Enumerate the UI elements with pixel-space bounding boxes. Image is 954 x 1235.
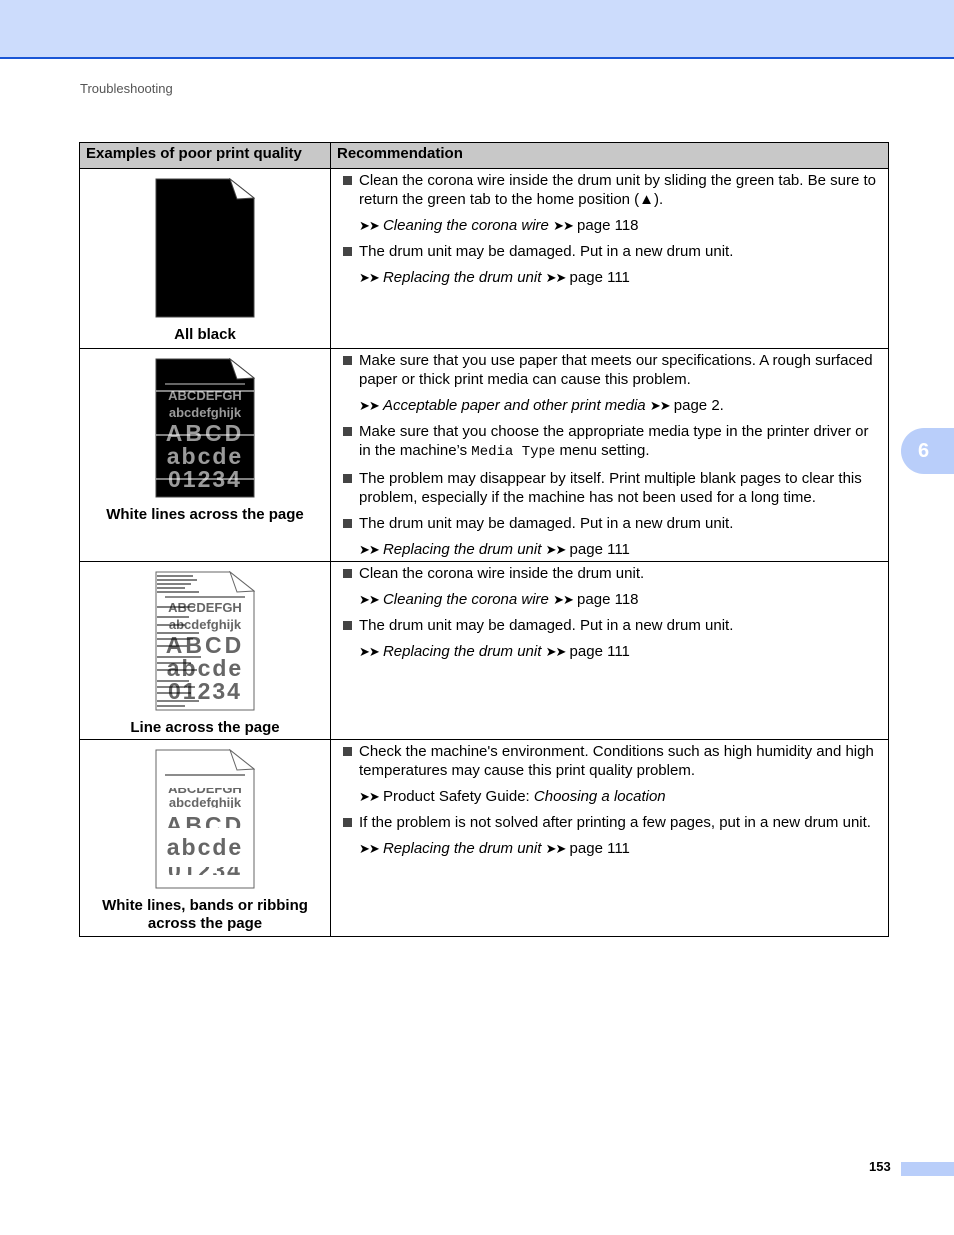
sample-text-line: abcdefghijk bbox=[169, 795, 242, 810]
chapter-tab[interactable]: 6 bbox=[901, 428, 954, 474]
example-caption: Line across the page bbox=[130, 719, 280, 736]
recommendation-bullet: Make sure that you choose the appropriat… bbox=[342, 422, 884, 462]
recommendation-cell: Clean the corona wire inside the drum un… bbox=[330, 561, 889, 740]
header-band bbox=[0, 0, 954, 59]
menu-setting-name: Media Type bbox=[471, 444, 556, 460]
table-row: ABCDEFGH abcdefghijk ABCD abcde 01234 Wh… bbox=[79, 739, 889, 937]
column-header-examples: Examples of poor print quality bbox=[79, 142, 331, 169]
bullet-square-icon bbox=[343, 356, 352, 365]
reference-link[interactable]: Cleaning the corona wire bbox=[383, 591, 549, 608]
double-arrow-icon: ➤➤ bbox=[359, 398, 380, 413]
bullet-square-icon bbox=[343, 818, 352, 827]
running-title: Troubleshooting bbox=[80, 81, 173, 96]
reference-link[interactable]: Replacing the drum unit bbox=[383, 643, 541, 660]
white-lines-page-illustration: ABCDEFGH abcdefghijk ABCD abcde 01234 bbox=[155, 358, 255, 498]
white-bands-page-illustration: ABCDEFGH abcdefghijk ABCD abcde 01234 bbox=[155, 749, 255, 889]
reference-page[interactable]: page 111 bbox=[570, 269, 630, 286]
page-number-bar bbox=[901, 1162, 954, 1176]
double-arrow-icon: ➤➤ bbox=[545, 270, 567, 285]
sample-text-line: 01234 bbox=[168, 678, 242, 704]
double-arrow-icon: ➤➤ bbox=[553, 218, 574, 233]
recommendation-bullet: The drum unit may be damaged. Put in a n… bbox=[342, 616, 884, 635]
reference-link[interactable]: Replacing the drum unit bbox=[383, 269, 541, 286]
table-row: All black Clean the corona wire inside t… bbox=[79, 168, 889, 349]
recommendation-bullet: If the problem is not solved after print… bbox=[342, 813, 884, 832]
cross-reference[interactable]: ➤➤ Replacing the drum unit ➤➤ page 111 bbox=[342, 642, 884, 661]
example-caption: All black bbox=[174, 326, 236, 343]
recommendation-bullet: The drum unit may be damaged. Put in a n… bbox=[342, 242, 884, 261]
double-arrow-icon: ➤➤ bbox=[545, 542, 567, 557]
example-cell: ABCDEFGH abcdefghijk ABCD abcde 01234 Wh… bbox=[79, 348, 331, 562]
recommendation-bullet: The problem may disappear by itself. Pri… bbox=[342, 469, 884, 507]
recommendation-cell: Clean the corona wire inside the drum un… bbox=[330, 168, 889, 349]
bullet-square-icon bbox=[343, 176, 352, 185]
double-arrow-icon: ➤➤ bbox=[359, 644, 380, 659]
double-arrow-icon: ➤➤ bbox=[545, 841, 567, 856]
reference-page[interactable]: page 111 bbox=[570, 643, 630, 660]
recommendation-bullet: The drum unit may be damaged. Put in a n… bbox=[342, 514, 884, 533]
cross-reference[interactable]: ➤➤ Replacing the drum unit ➤➤ page 111 bbox=[342, 268, 884, 287]
bullet-square-icon bbox=[343, 247, 352, 256]
recommendation-cell: Check the machine's environment. Conditi… bbox=[330, 739, 889, 937]
example-cell: ABCDEFGH abcdefghijk ABCD abcde 01234 Li… bbox=[79, 561, 331, 740]
cross-reference[interactable]: ➤➤ Replacing the drum unit ➤➤ page 111 bbox=[342, 839, 884, 858]
reference-link[interactable]: Cleaning the corona wire bbox=[383, 217, 549, 234]
example-cell: ABCDEFGH abcdefghijk ABCD abcde 01234 Wh… bbox=[79, 739, 331, 937]
example-cell: All black bbox=[79, 168, 331, 349]
double-arrow-icon: ➤➤ bbox=[649, 398, 671, 413]
reference-page[interactable]: page 118 bbox=[577, 591, 638, 608]
bullet-square-icon bbox=[343, 519, 352, 528]
cross-reference[interactable]: ➤➤ Acceptable paper and other print medi… bbox=[342, 396, 884, 415]
cross-reference[interactable]: ➤➤ Cleaning the corona wire ➤➤ page 118 bbox=[342, 590, 884, 609]
reference-link[interactable]: Replacing the drum unit bbox=[383, 541, 541, 558]
double-arrow-icon: ➤➤ bbox=[553, 592, 574, 607]
double-arrow-icon: ➤➤ bbox=[545, 644, 567, 659]
double-arrow-icon: ➤➤ bbox=[359, 841, 380, 856]
page-number: 153 bbox=[869, 1159, 891, 1174]
reference-prefix: Product Safety Guide: bbox=[382, 788, 534, 805]
reference-page[interactable]: page 2. bbox=[674, 397, 724, 414]
double-arrow-icon: ➤➤ bbox=[359, 542, 380, 557]
bullet-square-icon bbox=[343, 427, 352, 436]
recommendation-bullet: Clean the corona wire inside the drum un… bbox=[342, 564, 884, 583]
print-quality-table: Examples of poor print quality Recommend… bbox=[79, 142, 889, 937]
chapter-number: 6 bbox=[917, 439, 930, 462]
cross-reference[interactable]: ➤➤ Replacing the drum unit ➤➤ page 111 bbox=[342, 540, 884, 559]
column-header-recommendation: Recommendation bbox=[330, 142, 889, 169]
example-caption: White lines across the page bbox=[106, 506, 304, 523]
recommendation-cell: Make sure that you use paper that meets … bbox=[330, 348, 889, 562]
cross-reference[interactable]: ➤➤ Product Safety Guide: Choosing a loca… bbox=[342, 787, 884, 806]
bullet-square-icon bbox=[343, 569, 352, 578]
sample-text-line: ABCDEFGH bbox=[168, 388, 242, 403]
table-row: ABCDEFGH abcdefghijk ABCD abcde 01234 Wh… bbox=[79, 348, 889, 562]
double-arrow-icon: ➤➤ bbox=[359, 789, 380, 804]
bullet-square-icon bbox=[343, 474, 352, 483]
reference-page[interactable]: page 111 bbox=[570, 840, 630, 857]
double-arrow-icon: ➤➤ bbox=[359, 592, 380, 607]
reference-page[interactable]: page 118 bbox=[577, 217, 638, 234]
all-black-page-illustration bbox=[155, 178, 255, 318]
table-header-row: Examples of poor print quality Recommend… bbox=[79, 142, 889, 169]
bullet-square-icon bbox=[343, 621, 352, 630]
cross-reference[interactable]: ➤➤ Cleaning the corona wire ➤➤ page 118 bbox=[342, 216, 884, 235]
table-row: ABCDEFGH abcdefghijk ABCD abcde 01234 Li… bbox=[79, 561, 889, 740]
recommendation-bullet: Clean the corona wire inside the drum un… bbox=[342, 171, 884, 209]
line-across-page-illustration: ABCDEFGH abcdefghijk ABCD abcde 01234 bbox=[155, 571, 255, 711]
double-arrow-icon: ➤➤ bbox=[359, 270, 380, 285]
sample-text-line: abcdefghijk bbox=[169, 405, 242, 420]
example-caption: White lines, bands or ribbing across the … bbox=[102, 897, 308, 932]
reference-link[interactable]: Acceptable paper and other print media bbox=[383, 397, 646, 414]
reference-page[interactable]: page 111 bbox=[570, 541, 630, 558]
recommendation-bullet: Make sure that you use paper that meets … bbox=[342, 351, 884, 389]
bullet-square-icon bbox=[343, 747, 352, 756]
double-arrow-icon: ➤➤ bbox=[359, 218, 380, 233]
reference-link[interactable]: Choosing a location bbox=[534, 788, 666, 805]
recommendation-bullet: Check the machine's environment. Conditi… bbox=[342, 742, 884, 780]
reference-link[interactable]: Replacing the drum unit bbox=[383, 840, 541, 857]
